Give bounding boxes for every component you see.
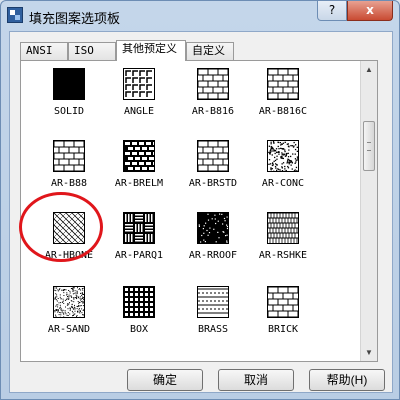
- roof-pattern-icon: [197, 212, 229, 244]
- tab-iso[interactable]: ISO: [68, 42, 116, 60]
- herringbone-pattern-icon: [53, 212, 85, 244]
- pattern-cell[interactable]: AR-BRELM: [103, 135, 183, 201]
- tab-other-predefined[interactable]: 其他预定义: [116, 40, 186, 61]
- pattern-panel: SOLID ANGLE AR-B816 AR-B816C AR-B88 AR-BRELM A…: [20, 60, 378, 362]
- pattern-grid: SOLID ANGLE AR-B816 AR-B816C AR-B88 AR-BRELM A…: [21, 61, 361, 361]
- pattern-cell[interactable]: SOLID: [33, 63, 113, 129]
- brick-pattern-icon: [53, 140, 85, 172]
- scroll-up-icon[interactable]: ▲: [362, 62, 376, 77]
- vertical-scrollbar[interactable]: ▲ ▼: [360, 61, 377, 361]
- app-icon: [7, 7, 23, 23]
- pattern-label: AR-HBONE: [44, 250, 94, 261]
- tab-ansi[interactable]: ANSI: [20, 42, 68, 60]
- scroll-down-icon[interactable]: ▼: [362, 345, 376, 360]
- pattern-label: AR-BRSTD: [188, 178, 238, 189]
- close-icon[interactable]: x: [347, 1, 393, 21]
- pattern-cell[interactable]: BRICK: [247, 281, 327, 347]
- concrete-pattern-icon: [267, 140, 299, 172]
- pattern-label: ANGLE: [123, 106, 155, 117]
- shake-pattern-icon: [267, 212, 299, 244]
- pattern-label: BOX: [129, 324, 149, 335]
- pattern-label: AR-BRELM: [114, 178, 164, 189]
- angle-pattern-icon: [123, 68, 155, 100]
- pattern-cell[interactable]: AR-B88: [33, 135, 113, 201]
- brick-elm-pattern-icon: [123, 140, 155, 172]
- pattern-label: AR-RSHKE: [258, 250, 308, 261]
- pattern-label: AR-PARQ1: [114, 250, 164, 261]
- box-pattern-icon: [123, 286, 155, 318]
- window-title: 填充图案选项板: [29, 11, 121, 26]
- pattern-cell[interactable]: BOX: [103, 281, 183, 347]
- brick-pattern-icon: [267, 286, 299, 318]
- solid-pattern-icon: [53, 68, 85, 100]
- pattern-cell[interactable]: AR-BRSTD: [177, 135, 257, 201]
- pattern-label: BRICK: [267, 324, 299, 335]
- scroll-thumb[interactable]: [363, 121, 375, 171]
- pattern-cell[interactable]: ANGLE: [103, 63, 183, 129]
- pattern-cell[interactable]: AR-RSHKE: [247, 207, 327, 273]
- pattern-cell[interactable]: AR-B816: [177, 63, 257, 129]
- pattern-cell[interactable]: BRASS: [177, 281, 257, 347]
- pattern-label: AR-CONC: [261, 178, 305, 189]
- pattern-cell[interactable]: AR-PARQ1: [103, 207, 183, 273]
- pattern-cell[interactable]: AR-B816C: [247, 63, 327, 129]
- pattern-cell[interactable]: AR-SAND: [33, 281, 113, 347]
- pattern-label: AR-B816: [191, 106, 235, 117]
- cancel-button[interactable]: 取消: [218, 369, 294, 391]
- dialog-body: ANSI ISO 其他预定义 自定义 SOLID ANGLE AR-B816 AR-B…: [9, 31, 393, 393]
- pattern-label: AR-B88: [50, 178, 88, 189]
- ok-button[interactable]: 确定: [127, 369, 203, 391]
- parquet-pattern-icon: [123, 212, 155, 244]
- sand-pattern-icon: [53, 286, 85, 318]
- brick-pattern-icon: [197, 140, 229, 172]
- pattern-label: AR-SAND: [47, 324, 91, 335]
- pattern-label: SOLID: [53, 106, 85, 117]
- brass-pattern-icon: [197, 286, 229, 318]
- help-button[interactable]: 帮助(H): [309, 369, 385, 391]
- pattern-cell[interactable]: AR-CONC: [247, 135, 327, 201]
- tab-custom[interactable]: 自定义: [186, 42, 234, 60]
- hatch-pattern-palette-dialog: 填充图案选项板 ? x ANSI ISO 其他预定义 自定义 SOLID ANGL…: [0, 0, 400, 400]
- pattern-label: BRASS: [197, 324, 229, 335]
- title-bar[interactable]: 填充图案选项板 ? x: [1, 1, 399, 31]
- pattern-label: AR-B816C: [258, 106, 308, 117]
- pattern-label: AR-RROOF: [188, 250, 238, 261]
- help-icon[interactable]: ?: [317, 1, 347, 21]
- brick-pattern-icon: [197, 68, 229, 100]
- pattern-cell[interactable]: AR-RROOF: [177, 207, 257, 273]
- pattern-cell[interactable]: AR-HBONE: [33, 207, 113, 273]
- brick-pattern-icon: [267, 68, 299, 100]
